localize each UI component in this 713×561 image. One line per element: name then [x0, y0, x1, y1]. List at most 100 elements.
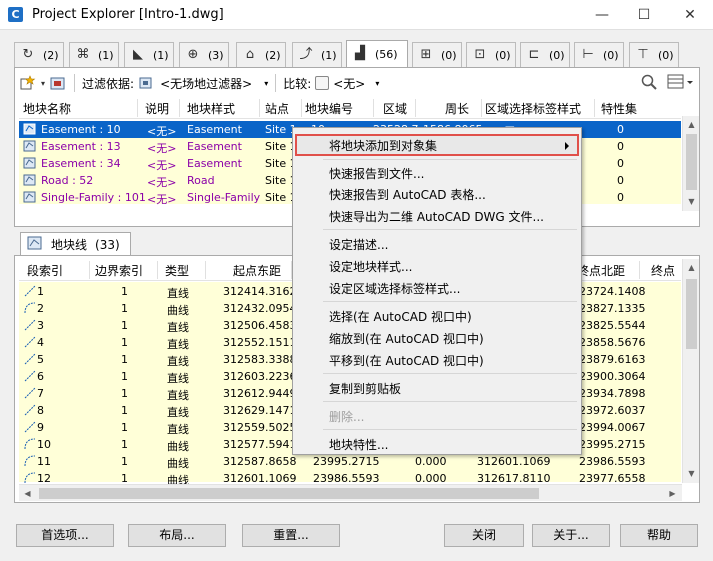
- segments-vertical-scrollbar[interactable]: ▲ ▼: [682, 259, 699, 483]
- line-segment-icon: [24, 336, 36, 348]
- tab-sample-lines[interactable]: ⊕ (3): [179, 42, 229, 67]
- preferences-button[interactable]: 首选项...: [16, 524, 114, 547]
- site-filter-icon: [138, 74, 156, 92]
- help-button[interactable]: 帮助: [620, 524, 698, 547]
- profile-icon: ⌘: [76, 47, 90, 62]
- col-area[interactable]: 区域: [383, 100, 407, 117]
- menu-quick-report-to-file[interactable]: 快速报告到文件...: [329, 165, 424, 182]
- grading-icon: ⊤: [637, 47, 649, 62]
- col-parcel-number[interactable]: 地块编号: [305, 100, 353, 117]
- compare-dropdown[interactable]: <无>: [333, 75, 365, 92]
- filter-chevron-down-icon[interactable]: ▾: [264, 79, 268, 88]
- scroll-left-arrow-icon[interactable]: ◀: [19, 485, 36, 502]
- assembly-icon: ⊡: [474, 47, 486, 62]
- search-icon[interactable]: [641, 74, 657, 90]
- menu-quick-report-to-autocad-table[interactable]: 快速报告到 AutoCAD 表格...: [329, 186, 486, 203]
- scrollbar-thumb[interactable]: [686, 279, 697, 349]
- pressure-network-icon: ⊢: [582, 47, 594, 62]
- scroll-down-arrow-icon[interactable]: ▼: [683, 193, 700, 210]
- scroll-up-arrow-icon[interactable]: ▲: [683, 116, 700, 133]
- add-to-set-dropdown-arrow-icon[interactable]: ▾: [41, 79, 45, 88]
- tab-pressure-networks[interactable]: ⊢ (0): [574, 42, 624, 67]
- compare-chevron-down-icon[interactable]: ▾: [375, 79, 379, 88]
- parcel-row-icon: [23, 140, 37, 155]
- curve-segment-icon: [24, 438, 36, 450]
- tab-profile-views[interactable]: ◣ (1): [124, 42, 174, 67]
- alignment-icon: ↻: [22, 47, 34, 62]
- maximize-button[interactable]: ☐: [630, 4, 658, 26]
- menu-delete: 删除...: [329, 410, 365, 424]
- reset-button[interactable]: 重置...: [242, 524, 340, 547]
- scrollbar-thumb[interactable]: [39, 488, 539, 499]
- corridor-icon: ⊞: [420, 47, 432, 62]
- tab-alignments[interactable]: ↻ (2): [14, 42, 64, 67]
- parcel-row-icon: [23, 191, 37, 206]
- col-description[interactable]: 说明: [145, 100, 169, 117]
- col-boundary-index[interactable]: 边界索引: [95, 262, 143, 279]
- line-segment-icon: [24, 404, 36, 416]
- tab-parcel-lines[interactable]: 地块线 (33): [20, 232, 131, 256]
- parcel-icon: ▟: [355, 46, 365, 61]
- col-start-easting[interactable]: 起点东距: [233, 262, 281, 279]
- close-button[interactable]: 关闭: [444, 524, 524, 547]
- tab-assemblies[interactable]: ⊡ (0): [466, 42, 516, 67]
- parcels-vertical-scrollbar[interactable]: ▲ ▼: [682, 116, 699, 211]
- sample-line-icon: ⊕: [187, 47, 199, 62]
- col-site[interactable]: 站点: [265, 100, 289, 117]
- tab-parcels[interactable]: ▟ (56): [346, 40, 408, 67]
- menu-set-parcel-style[interactable]: 设定地块样式...: [329, 258, 412, 275]
- parcels-toolbar: ▾ 过滤依据: <无场地过滤器> ▾ 比较: <无> ▾: [19, 71, 379, 95]
- scroll-right-arrow-icon[interactable]: ▶: [664, 485, 681, 502]
- line-segment-icon: [24, 421, 36, 433]
- pipe-network-icon: ⊏: [528, 47, 540, 62]
- menu-parcel-properties[interactable]: 地块特性...: [329, 436, 388, 453]
- menu-zoom-to-in-viewport[interactable]: 缩放到(在 AutoCAD 视口中): [329, 330, 484, 347]
- subtab-label: 地块线: [51, 238, 88, 252]
- line-segment-icon: [24, 285, 36, 297]
- filter-label: 过滤依据:: [82, 76, 135, 91]
- tab-gradings[interactable]: ⊤ (0): [629, 42, 679, 67]
- scroll-up-arrow-icon[interactable]: ▲: [683, 259, 700, 276]
- tab-feature-lines[interactable]: ⤴ (1): [292, 42, 342, 67]
- col-property-sets[interactable]: 特性集: [601, 100, 637, 117]
- submenu-arrow-icon: [565, 142, 569, 150]
- menu-set-area-label-style[interactable]: 设定区域选择标签样式...: [329, 280, 460, 297]
- curve-segment-icon: [24, 302, 36, 314]
- menu-copy-to-clipboard[interactable]: 复制到剪贴板: [329, 380, 401, 397]
- menu-add-parcels-to-object-set[interactable]: 将地块添加到对象集: [329, 137, 437, 154]
- about-button[interactable]: 关于...: [532, 524, 610, 547]
- scroll-down-arrow-icon[interactable]: ▼: [683, 465, 700, 482]
- menu-select-in-viewport[interactable]: 选择(在 AutoCAD 视口中): [329, 308, 472, 325]
- col-segment-index[interactable]: 段索引: [27, 262, 63, 279]
- tab-corridors[interactable]: ⊞ (0): [412, 42, 462, 67]
- layout-button[interactable]: 布局...: [128, 524, 226, 547]
- parcels-grid-header: 地块名称 说明 地块样式 站点 地块编号 区域 周长 区域选择标签样式 特性集: [19, 97, 681, 119]
- filter-dropdown[interactable]: <无场地过滤器>: [160, 75, 252, 92]
- col-parcel-name[interactable]: 地块名称: [23, 100, 71, 117]
- menu-pan-to-in-viewport[interactable]: 平移到(在 AutoCAD 视口中): [329, 352, 484, 369]
- col-area-label-style[interactable]: 区域选择标签样式: [485, 100, 581, 117]
- segments-horizontal-scrollbar[interactable]: ◀ ▶: [19, 484, 682, 501]
- col-end-northing[interactable]: 终点北距: [577, 262, 625, 279]
- col-end[interactable]: 终点: [651, 262, 675, 279]
- tab-pipe-networks[interactable]: ⊏ (0): [520, 42, 570, 67]
- refresh-grid-icon[interactable]: [49, 74, 67, 92]
- add-to-set-star-icon[interactable]: [19, 74, 37, 92]
- scrollbar-thumb[interactable]: [686, 134, 697, 190]
- tab-profiles[interactable]: ⌘ (1): [69, 42, 119, 67]
- col-type[interactable]: 类型: [165, 262, 189, 279]
- tab-surfaces[interactable]: ⌂ (2): [236, 42, 286, 67]
- line-segment-icon: [24, 353, 36, 365]
- compare-swatch-icon: [315, 76, 330, 90]
- column-chooser-icon[interactable]: [667, 73, 697, 91]
- surface-icon: ⌂: [245, 47, 255, 62]
- col-parcel-style[interactable]: 地块样式: [187, 100, 235, 117]
- col-perimeter[interactable]: 周长: [445, 100, 469, 117]
- minimize-button[interactable]: —: [588, 4, 616, 26]
- close-window-button[interactable]: ✕: [676, 4, 704, 26]
- menu-set-description[interactable]: 设定描述...: [329, 236, 388, 253]
- menu-quick-export-2d-dwg[interactable]: 快速导出为二维 AutoCAD DWG 文件...: [329, 208, 544, 225]
- segment-row[interactable]: 11 1 曲线 312587.8658 23995.2715 0.000 312…: [19, 453, 681, 470]
- civil3d-logo-icon: C: [8, 7, 23, 22]
- parcel-line-icon: [27, 236, 43, 253]
